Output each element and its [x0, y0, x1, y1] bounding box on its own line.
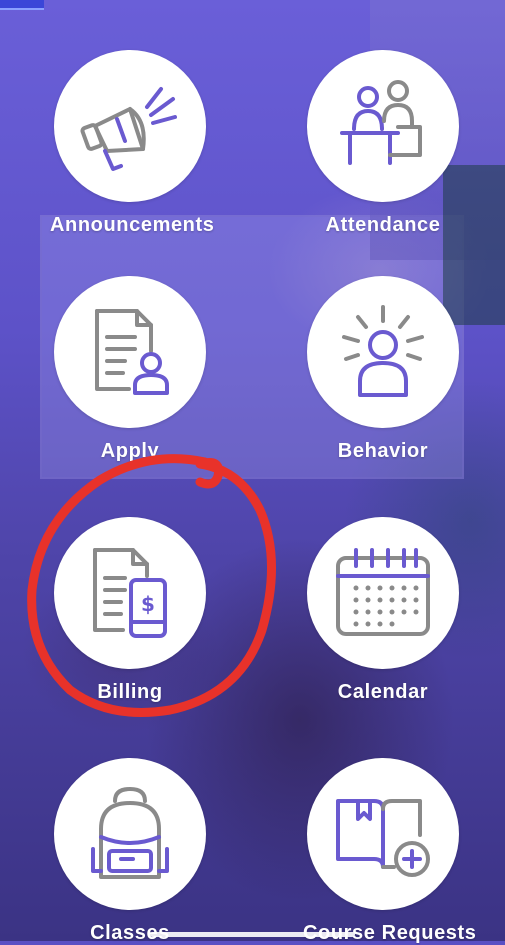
book-add-icon	[336, 799, 430, 877]
application-form-icon	[95, 309, 169, 395]
status-marker	[0, 0, 44, 10]
tile-behavior[interactable]: Behavior	[303, 276, 463, 463]
tile-calendar[interactable]: Calendar	[303, 517, 463, 704]
classes-circle[interactable]	[54, 758, 206, 910]
tile-announcements[interactable]: Announcements	[50, 50, 215, 237]
apply-circle[interactable]	[54, 276, 206, 428]
tile-label: Calendar	[337, 681, 429, 703]
tile-label: Behavior	[337, 440, 429, 462]
svg-text:$: $	[141, 592, 155, 616]
tile-label: Attendance	[325, 214, 441, 236]
billing-phone-invoice-icon: $	[93, 548, 167, 638]
calendar-icon	[336, 548, 430, 636]
tile-attendance[interactable]: Attendance	[303, 50, 463, 237]
backpack-icon	[91, 787, 169, 879]
calendar-circle[interactable]	[307, 517, 459, 669]
tile-label: Apply	[100, 440, 160, 462]
tile-label: Billing	[97, 681, 163, 703]
announcements-circle[interactable]	[54, 50, 206, 202]
attendance-circle[interactable]	[307, 50, 459, 202]
tile-billing[interactable]: $ Billing	[50, 517, 210, 704]
behavior-person-icon	[342, 305, 424, 397]
tile-classes[interactable]: Classes	[50, 758, 210, 945]
megaphone-icon	[80, 87, 177, 171]
tile-course-requests[interactable]: Course Requests	[303, 758, 476, 945]
home-indicator[interactable]	[150, 932, 355, 937]
behavior-circle[interactable]	[307, 276, 459, 428]
attendance-icon	[340, 80, 422, 165]
course-requests-circle[interactable]	[307, 758, 459, 910]
tile-apply[interactable]: Apply	[50, 276, 210, 463]
billing-circle[interactable]: $	[54, 517, 206, 669]
tile-label: Announcements	[50, 214, 215, 236]
